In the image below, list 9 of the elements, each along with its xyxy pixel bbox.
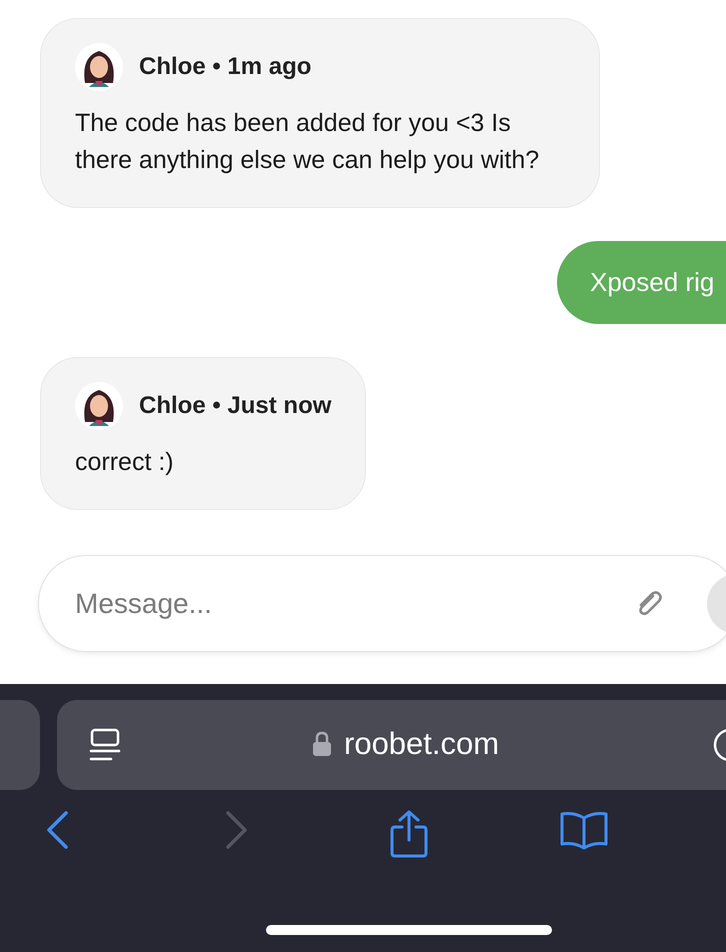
message-bubble: Xposed rig (557, 241, 726, 324)
message-author: Chloe • Just now (139, 392, 332, 420)
message-input[interactable]: Message... (73, 586, 633, 620)
message-text: The code has been added for you <3 Is there anything else we can help you with? (75, 108, 540, 176)
address-bar[interactable]: roobet.com (57, 700, 726, 790)
message-author: Chloe • 1m ago (139, 53, 312, 81)
message-field[interactable]: Message... (38, 555, 726, 652)
message-text: correct :) (75, 447, 175, 478)
url-text: roobet.com (344, 726, 500, 762)
